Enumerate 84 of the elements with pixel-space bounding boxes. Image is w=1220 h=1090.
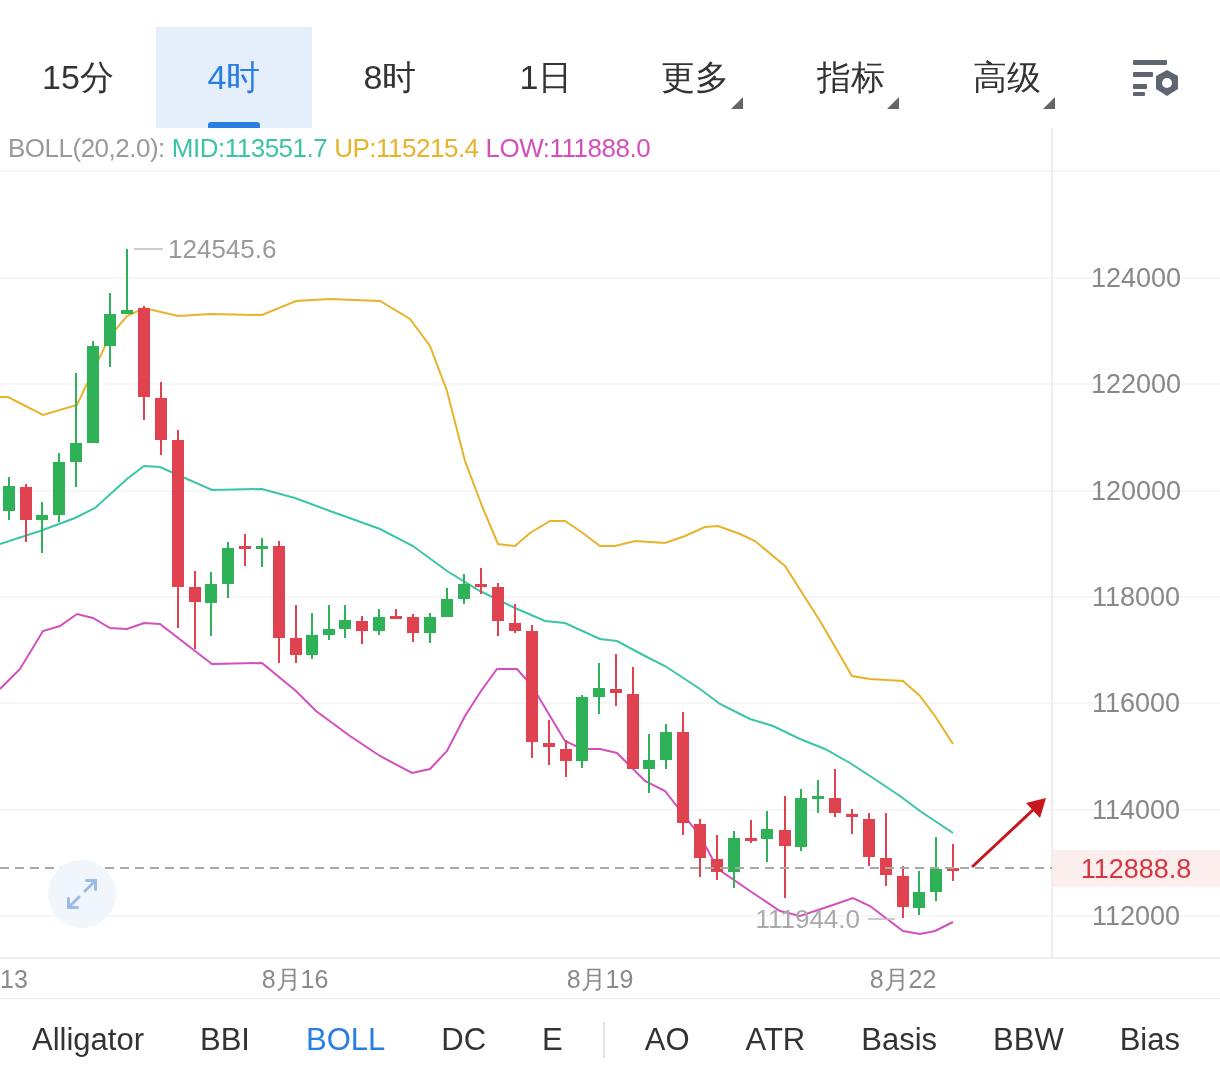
candlestick <box>475 568 487 594</box>
price-axis-label: 116000 <box>1091 688 1181 719</box>
timeframe-tab[interactable]: 1日 <box>468 27 624 128</box>
candlestick <box>458 574 470 604</box>
indicator-tab[interactable]: DC <box>441 1022 487 1058</box>
candlestick <box>643 734 655 793</box>
candlestick <box>694 819 706 877</box>
candlestick <box>711 835 723 880</box>
candlestick <box>829 769 841 817</box>
candlestick <box>121 249 133 314</box>
timeframe-tab[interactable]: 指标 <box>780 27 936 128</box>
candlestick <box>745 820 757 843</box>
indicator-tab[interactable]: Bias <box>1119 1022 1180 1058</box>
candlestick <box>373 609 385 635</box>
candlestick <box>339 605 351 638</box>
candlestick <box>390 609 402 619</box>
candlestick <box>290 605 302 663</box>
tab-label: 高级 <box>973 56 1041 98</box>
current-price-tag: 112888.8 <box>1053 850 1220 887</box>
expand-icon <box>64 876 100 912</box>
timeframe-tab[interactable]: 8时 <box>312 27 468 128</box>
candlestick <box>53 453 65 522</box>
candlestick <box>560 740 572 777</box>
candlestick <box>3 477 15 520</box>
date-axis-label: 8月19 <box>566 965 634 993</box>
candlestick <box>356 616 368 644</box>
timeframe-tab[interactable]: 更多 <box>624 27 780 128</box>
timeframe-tab[interactable]: 高级 <box>936 27 1092 128</box>
indicator-tab[interactable]: E <box>542 1022 563 1058</box>
candlestick <box>36 502 48 553</box>
price-axis-label: 124000 <box>1090 263 1182 293</box>
candlestick <box>660 724 672 769</box>
up-value: UP:115215.4 <box>334 133 479 164</box>
candlestick <box>610 654 622 706</box>
candlestick <box>947 844 959 881</box>
candlestick <box>593 663 605 714</box>
candlestick <box>761 811 773 862</box>
candlestick <box>256 538 268 567</box>
candlestick <box>795 789 807 851</box>
candlestick <box>509 604 521 633</box>
candlestick <box>728 831 740 888</box>
candlestick <box>863 813 875 866</box>
indicator-tab[interactable]: Basis <box>861 1022 938 1058</box>
timeframe-tab[interactable]: 4时 <box>156 27 312 128</box>
candlestick <box>846 809 858 834</box>
candlestick <box>239 534 251 566</box>
candlestick <box>222 542 234 598</box>
caret-icon <box>731 96 743 109</box>
candlestick <box>812 780 824 813</box>
candlestick <box>897 866 909 918</box>
low-value: LOW:111888.0 <box>485 133 651 164</box>
candlestick <box>205 572 217 636</box>
date-axis-label: 8月16 <box>261 965 329 993</box>
candlestick <box>543 720 555 765</box>
candlestick <box>913 871 925 915</box>
candlestick <box>424 613 436 643</box>
indicator-tab[interactable]: ATR <box>745 1022 806 1058</box>
tab-label: 指标 <box>817 56 885 98</box>
price-axis-label: 118000 <box>1091 582 1181 612</box>
indicator-tab[interactable]: BBW <box>993 1022 1064 1058</box>
price-axis-label: 120000 <box>1090 475 1182 506</box>
caret-icon <box>887 96 899 109</box>
candlestick <box>323 605 335 640</box>
indicator-tab[interactable]: BBI <box>200 1022 250 1058</box>
candlestick <box>492 583 504 636</box>
date-axis-label: 13 <box>0 965 28 993</box>
settings-icon[interactable] <box>1131 57 1181 98</box>
candlestick <box>20 484 32 542</box>
candlestick <box>441 588 453 617</box>
indicator-tab[interactable]: Alligator <box>32 1022 144 1058</box>
indicator-tab[interactable]: BOLL <box>305 1022 386 1058</box>
caret-icon <box>1043 96 1055 109</box>
tab-label: 更多 <box>661 56 729 98</box>
date-axis-label: 8月22 <box>869 965 937 993</box>
timeframe-tab[interactable]: 15分 <box>0 27 156 128</box>
indicator-name: BOLL(20,2.0): <box>8 133 165 164</box>
price-axis-label: 122000 <box>1090 369 1182 400</box>
candlestick <box>407 614 419 642</box>
candlestick <box>930 837 942 901</box>
price-axis-label: 114000 <box>1091 794 1181 825</box>
indicator-tab[interactable]: AO <box>644 1022 690 1058</box>
price-axis-label: 112000 <box>1091 901 1181 931</box>
mid-value: MID:113551.7 <box>171 133 328 164</box>
candlestick <box>306 613 318 659</box>
